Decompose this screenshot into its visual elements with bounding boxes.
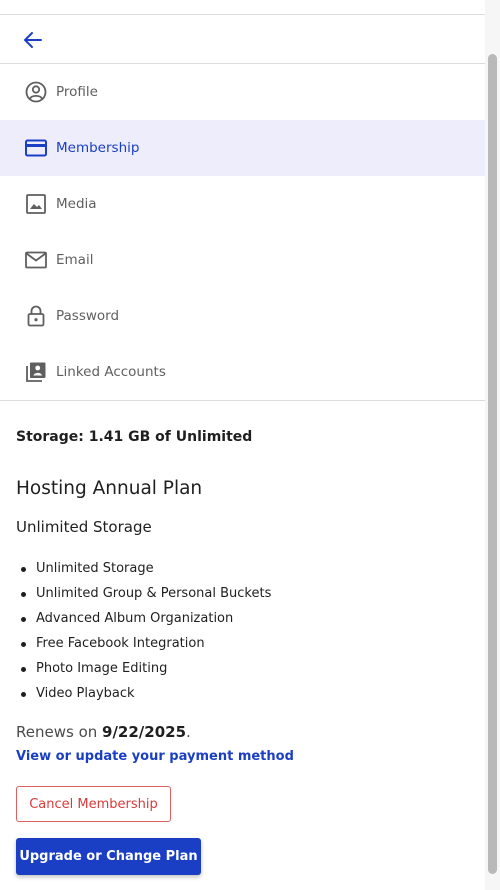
renewal-text: Renews on 9/22/2025. [16, 723, 191, 741]
nav-item-profile[interactable]: Profile [0, 64, 485, 120]
feature-item: Unlimited Group & Personal Buckets [16, 584, 271, 609]
nav-item-email[interactable]: Email [0, 232, 485, 288]
linked-accounts-icon [24, 360, 48, 384]
image-icon [24, 192, 48, 216]
renewal-date: 9/22/2025 [102, 723, 187, 741]
cancel-membership-button[interactable]: Cancel Membership [16, 786, 171, 822]
nav-item-password[interactable]: Password [0, 288, 485, 344]
nav-label-linked-accounts: Linked Accounts [56, 364, 166, 380]
feature-item: Video Playback [16, 684, 271, 709]
plan-subtitle: Unlimited Storage [16, 518, 152, 536]
feature-item: Photo Image Editing [16, 659, 271, 684]
payment-method-link[interactable]: View or update your payment method [16, 749, 294, 764]
feature-item: Unlimited Storage [16, 559, 271, 584]
plan-title: Hosting Annual Plan [16, 478, 203, 499]
nav-label-password: Password [56, 308, 120, 324]
storage-usage: Storage: 1.41 GB of Unlimited [16, 429, 253, 445]
renewal-prefix: Renews on [16, 723, 103, 741]
nav-label-profile: Profile [56, 84, 98, 100]
nav-item-membership[interactable]: Membership [0, 120, 485, 176]
nav-item-media[interactable]: Media [0, 176, 485, 232]
lock-icon [24, 304, 48, 328]
feature-item: Free Facebook Integration [16, 634, 271, 659]
arrow-left-icon [24, 32, 42, 48]
scrollbar-thumb[interactable] [488, 54, 497, 874]
nav-label-email: Email [56, 252, 94, 268]
header [0, 15, 485, 64]
feature-item: Advanced Album Organization [16, 609, 271, 634]
credit-card-icon [24, 136, 48, 160]
scrollbar[interactable] [485, 0, 500, 890]
nav-item-linked-accounts[interactable]: Linked Accounts [0, 344, 485, 400]
nav-label-media: Media [56, 196, 97, 212]
upgrade-plan-button[interactable]: Upgrade or Change Plan [16, 838, 201, 875]
section-divider [0, 400, 485, 401]
profile-icon [24, 80, 48, 104]
back-button[interactable] [20, 27, 46, 53]
settings-nav: Profile Membership Media Email Password … [0, 64, 485, 400]
mail-icon [24, 248, 48, 272]
feature-list: Unlimited Storage Unlimited Group & Pers… [16, 559, 271, 709]
renewal-suffix: . [186, 723, 191, 741]
nav-label-membership: Membership [56, 140, 140, 156]
